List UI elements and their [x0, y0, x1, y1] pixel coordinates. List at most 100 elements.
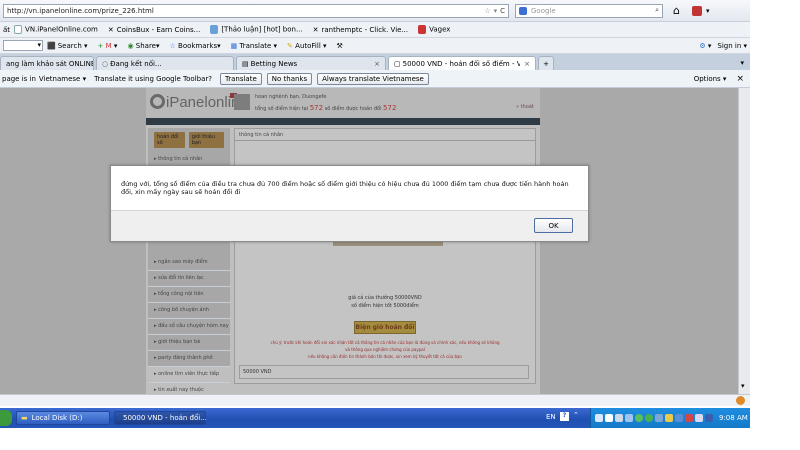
tab-betting-news[interactable]: ▤ Betting News ×	[236, 56, 386, 70]
translate-button[interactable]: ▦ Translate ▾	[231, 42, 277, 50]
sidebar-item-label: công bố chuyện ảnh	[158, 307, 209, 313]
sidebar: hoán đổi số giới thiệu bạn ▸ thông tin c…	[148, 128, 230, 399]
sidebar-item[interactable]: ▸ công bố chuyện ảnh	[148, 303, 230, 319]
google-toolbar: ▾ ⬛ Search ▾ + M ▾ ◉ Share▾ ☆ Bookmarks▾ …	[0, 38, 750, 54]
points-available: 572	[383, 104, 397, 112]
options-menu[interactable]: Options ▾	[694, 75, 727, 83]
sidebar-item[interactable]: ▸ đầu số câu chuyện hóm nay	[148, 319, 230, 335]
bookmark-ipanel[interactable]: VN.iPanelOnline.com	[14, 25, 98, 34]
language-value: Vietnamese	[38, 74, 81, 83]
tray-app-icon[interactable]	[695, 414, 703, 422]
sidebar-item[interactable]: ▸ ngân sao máy điểm	[148, 255, 230, 271]
alert-message: đứng với, tổng số điểm của điều tra chưa…	[121, 180, 569, 196]
tray-app-icon[interactable]	[705, 414, 713, 422]
bookmark-label: [Thảo luận] [hot] bon...	[221, 25, 303, 34]
start-button[interactable]	[0, 410, 12, 426]
autofill-label: AutoFill	[295, 41, 321, 50]
home-icon[interactable]: ⌂	[673, 4, 680, 17]
content-tab-label: thông tin cá nhân	[239, 132, 284, 138]
bookmark-coinsbux[interactable]: ✕ CoinsBux - Earn Coins...	[108, 26, 200, 34]
sidebar-item[interactable]: ▸ sửa đổi tin liên lạc	[148, 271, 230, 287]
sidebar-item[interactable]: ▸ party đăng thành phố	[148, 351, 230, 367]
alert-footer: OK	[111, 210, 588, 241]
logout-link[interactable]: » thoát	[516, 104, 534, 110]
tab-strip: ang làm khảo sát ONLINE ta... ◌Đang kết …	[0, 54, 750, 70]
bookmark-ranthemptc[interactable]: ✕ ranthemptc - Click. Vie...	[313, 26, 409, 34]
tray-safe-icon[interactable]	[615, 414, 623, 422]
taskbar-label: 50000 VND - hoán đổi...	[123, 414, 207, 422]
addon-icon[interactable]	[691, 5, 702, 16]
sidebar-item[interactable]: ▸ giới thiệu bạn bè	[148, 335, 230, 351]
footer-box: 50000 VND	[239, 365, 529, 379]
signin-link[interactable]: Sign in ▾	[717, 42, 747, 50]
notice-text: chú ý: trước khi hoán đổi xin xác nhận t…	[235, 339, 535, 360]
bookmarks-label: Bookmarks	[178, 41, 218, 50]
tray-app-icon[interactable]	[675, 414, 683, 422]
points-current: 572	[309, 104, 324, 112]
no-thanks-button[interactable]: No thanks	[266, 72, 313, 85]
close-translate-button[interactable]: ×	[736, 74, 744, 84]
search-input[interactable]: Google ⌕	[515, 3, 663, 18]
help-icon[interactable]: ?	[560, 412, 569, 421]
url-field[interactable]: http://vn.ipanelonline.com/prize_226.htm…	[3, 3, 509, 18]
bookmark-label: Vagex	[429, 25, 451, 34]
translate-page-button[interactable]: Translate	[219, 72, 262, 85]
taskbar-item-firefox[interactable]: 50000 VND - hoán đổi...	[114, 411, 207, 425]
always-translate-button[interactable]: Always translate Vietnamese	[317, 72, 429, 85]
tray-app-icon[interactable]	[655, 414, 663, 422]
settings-wrench-icon[interactable]: ⚙ ▾	[699, 42, 711, 50]
sidebar-item[interactable]: ▸ tổng công nội tiên	[148, 287, 230, 303]
star-icon: ☆	[169, 41, 176, 50]
share-button[interactable]: ◉ Share▾	[127, 42, 159, 50]
translate-bar: page is in Vietnamese ▾ Translate it usi…	[0, 70, 750, 88]
tab-dang-ket-noi[interactable]: ◌ Đang kết nối...	[96, 56, 234, 70]
welcome-text: hoan nghênh bạn, Duongefe	[255, 94, 327, 100]
menu-arrow-icon[interactable]: ▾	[706, 7, 710, 15]
toolbar-search-button[interactable]: ⬛ Search ▾	[47, 42, 88, 50]
tray-monitor-icon[interactable]	[625, 414, 633, 422]
tab-khao-sat[interactable]: ang làm khảo sát ONLINE ta...	[0, 56, 94, 70]
dropdown-icon[interactable]: ▾	[494, 7, 498, 15]
tray-app-icon[interactable]	[635, 414, 643, 422]
prize-points-value: 5000điểm	[393, 303, 419, 309]
language-select[interactable]: Vietnamese ▾	[39, 75, 86, 83]
star-icon[interactable]: ☆	[484, 7, 490, 15]
new-tab-button[interactable]: +	[538, 56, 554, 70]
nav-bar	[146, 118, 540, 125]
tray-volume-icon[interactable]	[605, 414, 613, 422]
toolbar-search-box[interactable]: ▾	[3, 40, 43, 51]
wrench-icon[interactable]: ⚒	[337, 42, 343, 50]
close-icon[interactable]: ×	[370, 60, 380, 68]
content-tab[interactable]: thông tin cá nhân	[235, 129, 535, 141]
redeem-button[interactable]: Biện giờ hoán đổi	[354, 321, 416, 334]
tab-active-prize[interactable]: ▢50000 VND - hoán đổi số điểm - VN iPane…	[388, 56, 536, 70]
language-indicator[interactable]: EN	[546, 413, 556, 421]
search-icon[interactable]: ⌕	[655, 6, 659, 15]
autofill-button[interactable]: ✎ AutoFill ▾	[287, 42, 326, 50]
reload-icon[interactable]: C	[500, 7, 505, 15]
search-placeholder: Google	[531, 6, 556, 15]
tray-app-icon[interactable]	[685, 414, 693, 422]
clock[interactable]: 9:08 AM	[719, 414, 748, 422]
prize-price-label: giá cả của thưởng	[348, 295, 394, 301]
close-icon[interactable]: ×	[520, 60, 530, 68]
tray-app-icon[interactable]	[645, 414, 653, 422]
ok-button[interactable]: OK	[534, 218, 573, 233]
sidebar-item-label: giới thiệu bạn bè	[158, 339, 201, 345]
sidebar-item-label: party đăng thành phố	[158, 355, 213, 361]
gmail-icon: M	[105, 41, 112, 50]
menu-button-redeem[interactable]: hoán đổi số	[154, 132, 185, 148]
scroll-down-icon[interactable]: ▾	[741, 382, 745, 390]
bookmarks-button[interactable]: ☆ Bookmarks▾	[170, 42, 221, 50]
page-scrollbar[interactable]: ▾	[738, 88, 750, 394]
bookmark-vagex[interactable]: Vagex	[418, 25, 450, 34]
menu-button-refer[interactable]: giới thiệu bạn	[188, 132, 224, 148]
gmail-button[interactable]: + M ▾	[98, 42, 118, 50]
bookmark-thaoluan[interactable]: [Thảo luận] [hot] bon...	[210, 25, 303, 34]
sidebar-item[interactable]: ▸ online tìm viên thực tiếp	[148, 367, 230, 383]
chevron-icon[interactable]: ⌃	[573, 411, 579, 419]
tray-network-icon[interactable]	[595, 414, 603, 422]
taskbar-item-local-disk[interactable]: ▬ Local Disk (D:)	[16, 411, 110, 425]
tray-app-icon[interactable]	[665, 414, 673, 422]
tab-list-icon[interactable]: ▾	[740, 59, 744, 67]
